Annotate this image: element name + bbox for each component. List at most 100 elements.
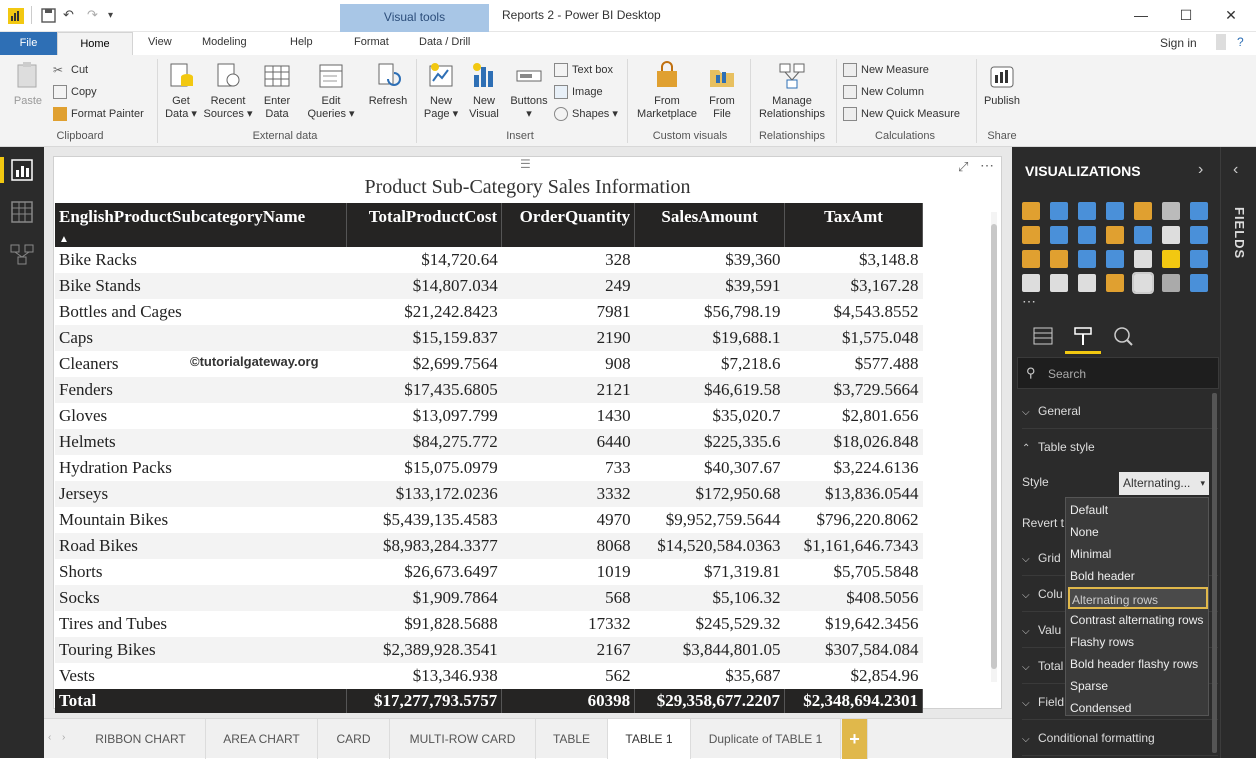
minimize-button[interactable]: — <box>1126 4 1156 26</box>
slicer-icon[interactable] <box>1106 274 1124 292</box>
sign-in-link[interactable]: Sign in <box>1160 36 1197 50</box>
card-icon[interactable] <box>1022 274 1040 292</box>
more-options-icon[interactable]: ⋯ <box>980 157 994 174</box>
section-general[interactable]: ⌵ General <box>1022 393 1218 429</box>
page-tab[interactable]: AREA CHART <box>206 719 318 759</box>
stacked-bar-icon[interactable] <box>1022 202 1040 220</box>
buttons-button[interactable]: Buttons ▾ <box>508 61 550 121</box>
page-tab[interactable]: RIBBON CHART <box>76 719 206 759</box>
style-option[interactable]: None <box>1068 521 1208 543</box>
maximize-button[interactable]: ☐ <box>1171 4 1201 26</box>
redo-icon[interactable]: ↷ <box>87 7 98 23</box>
gauge-icon[interactable] <box>1190 250 1208 268</box>
model-view-icon[interactable] <box>9 241 35 267</box>
format-search-input[interactable]: ⚲ Search <box>1017 357 1219 389</box>
page-tab-active[interactable]: TABLE 1 <box>608 719 691 759</box>
style-option[interactable]: Bold header <box>1068 565 1208 587</box>
page-tab[interactable]: CARD <box>318 719 390 759</box>
from-file-button[interactable]: From File <box>702 61 742 121</box>
section-table-style[interactable]: ⌃ Table style <box>1022 429 1218 465</box>
tab-format[interactable]: Format <box>354 36 389 48</box>
get-data-button[interactable]: Get Data ▾ <box>162 61 200 121</box>
100-column-icon[interactable] <box>1162 202 1180 220</box>
column-header[interactable]: EnglishProductSubcategoryName ▲ <box>55 203 348 247</box>
next-page-icon[interactable]: › <box>62 732 65 743</box>
page-tab[interactable]: Duplicate of TABLE 1 <box>691 719 841 759</box>
undo-icon[interactable]: ↶ <box>63 7 74 23</box>
publish-button[interactable]: Publish <box>980 61 1024 108</box>
style-dropdown[interactable]: Alternating... ▾ <box>1119 472 1209 495</box>
map-icon[interactable] <box>1106 250 1124 268</box>
focus-mode-icon[interactable]: ⤢ <box>958 159 968 175</box>
area-chart-icon[interactable] <box>1022 226 1040 244</box>
paint-roller-icon[interactable] <box>1072 325 1094 347</box>
prev-page-icon[interactable]: ‹ <box>48 732 51 743</box>
kpi-icon[interactable] <box>1078 274 1096 292</box>
column-header[interactable]: OrderQuantity <box>501 203 636 247</box>
new-visual-button[interactable]: New Visual <box>464 61 504 121</box>
image-button[interactable]: Image <box>554 83 603 101</box>
add-page-button[interactable]: + <box>842 719 868 759</box>
drag-handle-icon[interactable]: ☰ <box>520 157 531 171</box>
new-column-button[interactable]: New Column <box>843 83 924 101</box>
clustered-column-icon[interactable] <box>1106 202 1124 220</box>
page-tab[interactable]: MULTI-ROW CARD <box>390 719 536 759</box>
new-measure-button[interactable]: New Measure <box>843 61 929 79</box>
from-marketplace-button[interactable]: From Marketplace <box>633 61 701 121</box>
stacked-area-icon[interactable] <box>1050 226 1068 244</box>
ribbon-collapse-button[interactable] <box>1216 34 1226 50</box>
analytics-icon[interactable] <box>1112 325 1134 347</box>
column-header[interactable]: SalesAmount <box>634 203 786 247</box>
tab-modeling[interactable]: Modeling <box>202 36 247 48</box>
multirow-card-icon[interactable] <box>1050 274 1068 292</box>
tab-help[interactable]: Help <box>290 36 313 48</box>
table-icon[interactable] <box>1132 272 1154 294</box>
expand-fields-icon[interactable]: ‹ <box>1233 161 1238 179</box>
section-conditional-formatting[interactable]: ⌵ Conditional formatting <box>1022 720 1218 756</box>
data-view-icon[interactable] <box>9 199 35 225</box>
line-chart-icon[interactable] <box>1190 202 1208 220</box>
tab-file[interactable]: File <box>0 32 57 55</box>
customize-qat-icon[interactable]: ▾ <box>108 10 113 21</box>
style-option[interactable]: Minimal <box>1068 543 1208 565</box>
pane-scrollbar[interactable] <box>1212 393 1217 753</box>
column-header[interactable]: TaxAmt <box>784 203 923 247</box>
more-visuals-icon[interactable]: ⋯ <box>1022 293 1036 310</box>
stacked-column-icon[interactable] <box>1050 202 1068 220</box>
collapse-pane-icon[interactable]: › <box>1198 161 1203 179</box>
report-view-icon[interactable] <box>9 157 35 183</box>
scatter-icon[interactable] <box>1190 226 1208 244</box>
style-option[interactable]: Contrast alternating rows <box>1068 609 1208 631</box>
line-clustered-icon[interactable] <box>1106 226 1124 244</box>
page-tab[interactable]: TABLE <box>536 719 608 759</box>
paste-button[interactable]: Paste <box>10 61 46 108</box>
style-option[interactable]: Sparse <box>1068 675 1208 697</box>
close-button[interactable]: ✕ <box>1216 4 1246 26</box>
100-bar-icon[interactable] <box>1134 202 1152 220</box>
tab-data-drill[interactable]: Data / Drill <box>419 36 470 48</box>
matrix-icon[interactable] <box>1162 274 1180 292</box>
style-option-selected[interactable]: Alternating rows <box>1068 587 1208 609</box>
treemap-icon[interactable] <box>1078 250 1096 268</box>
format-painter-button[interactable]: Format Painter <box>53 105 144 123</box>
fields-pane-collapsed[interactable]: ‹ FIELDS <box>1220 147 1256 758</box>
enter-data-button[interactable]: Enter Data <box>258 61 296 121</box>
fields-well-icon[interactable] <box>1032 325 1054 347</box>
ribbon-chart-icon[interactable] <box>1134 226 1152 244</box>
text-box-button[interactable]: Text box <box>554 61 613 79</box>
style-option[interactable]: Bold header flashy rows <box>1068 653 1208 675</box>
pie-icon[interactable] <box>1022 250 1040 268</box>
clustered-bar-icon[interactable] <box>1078 202 1096 220</box>
table-visual[interactable]: ☰ ⤢ ⋯ Product Sub-Category Sales Informa… <box>53 156 1002 713</box>
edit-queries-button[interactable]: Edit Queries ▾ <box>306 61 356 121</box>
new-quick-measure-button[interactable]: New Quick Measure <box>843 105 960 123</box>
help-icon[interactable]: ? <box>1237 35 1244 49</box>
shapes-button[interactable]: Shapes ▾ <box>554 105 618 123</box>
style-option[interactable]: Condensed <box>1068 697 1208 719</box>
manage-relationships-button[interactable]: Manage Relationships <box>754 61 830 121</box>
table-scrollbar[interactable] <box>991 212 997 682</box>
filled-map-icon[interactable] <box>1134 250 1152 268</box>
new-page-button[interactable]: New Page ▾ <box>422 61 460 121</box>
r-visual-icon[interactable] <box>1190 274 1208 292</box>
tab-home[interactable]: Home <box>57 32 133 55</box>
